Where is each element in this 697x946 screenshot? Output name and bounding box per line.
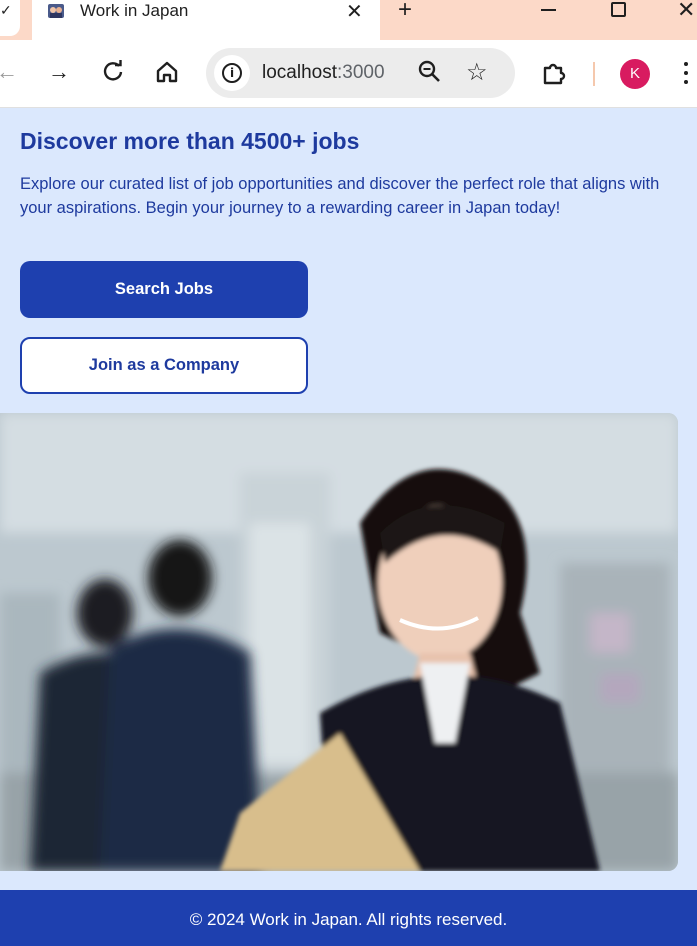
- minimize-icon[interactable]: [541, 9, 556, 11]
- maximize-icon[interactable]: [611, 2, 626, 17]
- profile-avatar[interactable]: K: [620, 59, 650, 89]
- office-people-illustration: [0, 413, 678, 871]
- bookmark-star-icon[interactable]: ☆: [466, 58, 488, 87]
- address-bar[interactable]: i localhost:3000 ☆: [206, 48, 515, 98]
- hero-photo: [0, 413, 678, 871]
- browser-toolbar: ← → i localhost:3000 ☆ K: [0, 40, 697, 108]
- browser-tab-bar: ✓ Work in Japan ✕ + ✕: [0, 0, 697, 40]
- search-jobs-button[interactable]: Search Jobs: [20, 261, 308, 318]
- copyright-text: © 2024 Work in Japan. All rights reserve…: [189, 910, 508, 929]
- back-icon[interactable]: ←: [0, 60, 18, 84]
- toolbar-separator: [593, 62, 595, 86]
- checkmark-icon: ✓: [0, 2, 12, 18]
- previous-tab[interactable]: ✓: [0, 0, 20, 36]
- tab-title: Work in Japan: [80, 1, 189, 20]
- close-tab-icon[interactable]: ✕: [346, 0, 363, 24]
- reload-icon[interactable]: [102, 60, 124, 82]
- active-tab[interactable]: Work in Japan ✕: [32, 0, 380, 40]
- home-icon[interactable]: [155, 60, 179, 84]
- site-info-icon[interactable]: i: [214, 55, 250, 91]
- page-title: Discover more than 4500+ jobs: [20, 128, 360, 154]
- extensions-puzzle-icon[interactable]: [541, 60, 567, 86]
- site-favicon-icon: [48, 4, 64, 18]
- new-tab-icon[interactable]: +: [398, 0, 412, 24]
- site-footer: © 2024 Work in Japan. All rights reserve…: [0, 890, 697, 946]
- zoom-icon[interactable]: [418, 60, 442, 84]
- window-close-icon[interactable]: ✕: [677, 0, 695, 23]
- url-text[interactable]: localhost:3000: [262, 62, 385, 84]
- forward-icon[interactable]: →: [48, 60, 70, 84]
- hero-description: Explore our curated list of job opportun…: [20, 175, 660, 217]
- join-company-button[interactable]: Join as a Company: [20, 337, 308, 394]
- browser-menu-icon[interactable]: [684, 62, 688, 89]
